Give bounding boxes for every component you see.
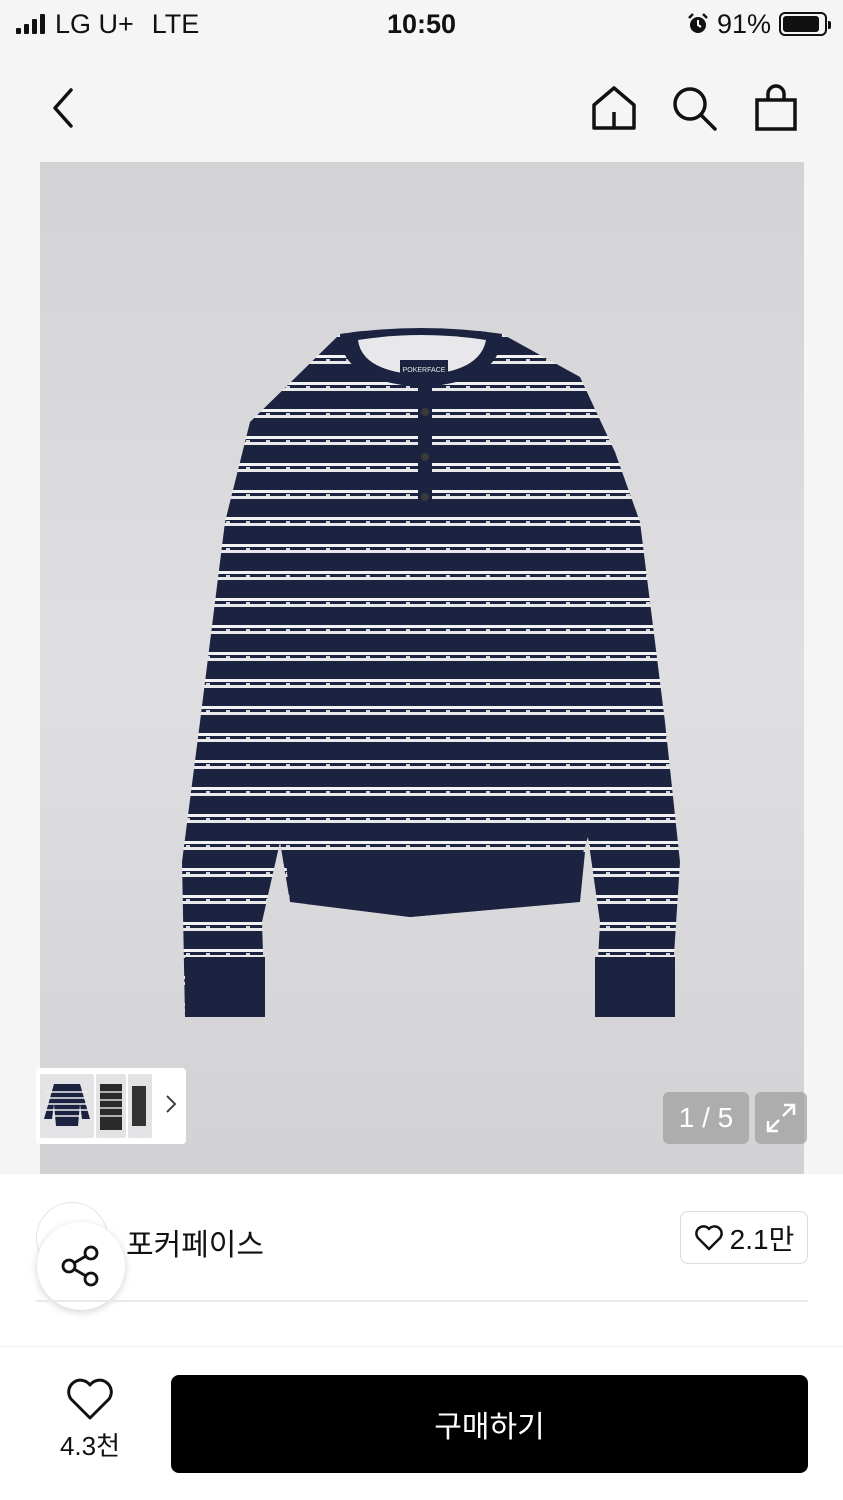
brand-like-button[interactable]: 2.1만 bbox=[680, 1211, 808, 1264]
carrier-label: LG U+ bbox=[55, 8, 134, 39]
battery-percent: 91% bbox=[716, 8, 771, 39]
thumbnails-more-button[interactable] bbox=[164, 1093, 178, 1120]
brand-like-count: 2.1만 bbox=[729, 1223, 795, 1255]
expand-button[interactable] bbox=[755, 1092, 807, 1144]
network-label: LTE bbox=[151, 8, 200, 39]
top-nav bbox=[0, 60, 843, 150]
thumbnail-1[interactable] bbox=[40, 1074, 94, 1138]
search-button[interactable] bbox=[666, 80, 722, 136]
alarm-icon bbox=[688, 13, 708, 33]
wish-button[interactable]: 4.3천 bbox=[50, 1378, 130, 1468]
divider bbox=[36, 1300, 808, 1302]
thumbnail-3[interactable] bbox=[128, 1074, 152, 1138]
battery-icon bbox=[779, 12, 831, 36]
status-right: 91% bbox=[687, 8, 831, 40]
cart-button[interactable] bbox=[748, 80, 804, 136]
wish-count: 4.3천 bbox=[59, 1431, 121, 1461]
home-button[interactable] bbox=[586, 80, 642, 136]
brand-tag-text: POKERFACE bbox=[403, 367, 446, 374]
status-bar: LG U+ LTE 10:50 91% bbox=[0, 0, 843, 48]
expand-icon bbox=[766, 1103, 796, 1133]
signal-icon bbox=[16, 14, 45, 34]
heart-icon bbox=[67, 1378, 113, 1420]
sweater-image: POKERFACE bbox=[182, 328, 680, 1017]
image-counter: 1 / 5 bbox=[663, 1092, 749, 1144]
back-button[interactable] bbox=[36, 80, 92, 136]
thumbnail-image bbox=[100, 1084, 122, 1130]
thumbnail-strip[interactable] bbox=[36, 1068, 186, 1144]
product-image[interactable]: POKERFACE bbox=[40, 162, 804, 1174]
home-icon bbox=[592, 86, 636, 130]
heart-icon bbox=[694, 1224, 723, 1250]
share-button[interactable] bbox=[37, 1222, 125, 1310]
buy-button[interactable]: 구매하기 bbox=[171, 1375, 808, 1473]
status-left: LG U+ LTE bbox=[16, 9, 199, 40]
thumbnail-2[interactable] bbox=[96, 1074, 126, 1138]
thumbnail-image bbox=[44, 1084, 90, 1126]
thumbnail-image bbox=[132, 1086, 146, 1126]
brand-name[interactable]: 포커페이스 bbox=[126, 1220, 264, 1264]
search-icon bbox=[673, 87, 717, 131]
share-icon bbox=[61, 1245, 99, 1287]
shopping-bag-icon bbox=[755, 84, 797, 131]
chevron-left-icon bbox=[53, 88, 73, 128]
chevron-right-icon bbox=[166, 1094, 177, 1113]
